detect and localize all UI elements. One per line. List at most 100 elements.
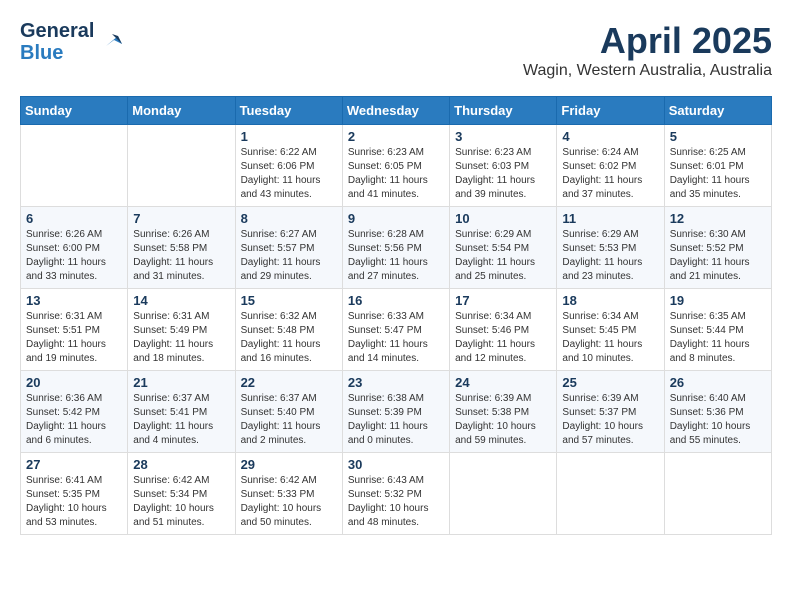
day-info: Sunrise: 6:37 AM Sunset: 5:41 PM Dayligh… (133, 392, 229, 448)
calendar-cell: 20 Sunrise: 6:36 AM Sunset: 5:42 PM Dayli… (21, 371, 128, 453)
day-number: 19 (670, 293, 766, 308)
calendar-cell: 4Sunrise: 6:24 AM Sunset: 6:02 PM Daylig… (557, 125, 664, 207)
day-info: Sunrise: 6:22 AM Sunset: 6:06 PM Dayligh… (241, 146, 337, 202)
calendar-cell: 7Sunrise: 6:26 AM Sunset: 5:58 PM Daylig… (128, 207, 235, 289)
day-number: 10 (455, 211, 551, 226)
day-info: Sunrise: 6:28 AM Sunset: 5:56 PM Dayligh… (348, 228, 444, 284)
day-number: 11 (562, 211, 658, 226)
day-number: 28 (133, 457, 229, 472)
day-number: 1 (241, 129, 337, 144)
weekday-header-friday: Friday (557, 97, 664, 125)
calendar-week-row: 6Sunrise: 6:26 AM Sunset: 6:00 PM Daylig… (21, 207, 772, 289)
day-info: Sunrise: 6:42 AM Sunset: 5:34 PM Dayligh… (133, 474, 229, 530)
calendar-cell: 1 Sunrise: 6:22 AM Sunset: 6:06 PM Daylig… (235, 125, 342, 207)
day-number: 30 (348, 457, 444, 472)
logo-icon (98, 26, 126, 54)
page-header: General Blue April 2025 Wagin, Western A… (20, 20, 772, 80)
calendar-cell: 23Sunrise: 6:38 AM Sunset: 5:39 PM Dayli… (342, 371, 449, 453)
day-info: Sunrise: 6:23 AM Sunset: 6:05 PM Dayligh… (348, 146, 444, 202)
day-number: 27 (26, 457, 122, 472)
calendar-cell: 30Sunrise: 6:43 AM Sunset: 5:32 PM Dayli… (342, 453, 449, 535)
day-number: 5 (670, 129, 766, 144)
weekday-header-wednesday: Wednesday (342, 97, 449, 125)
day-number: 29 (241, 457, 337, 472)
weekday-header-tuesday: Tuesday (235, 97, 342, 125)
calendar-cell: 3 Sunrise: 6:23 AM Sunset: 6:03 PM Daylig… (450, 125, 557, 207)
day-number: 13 (26, 293, 122, 308)
calendar-cell: 11 Sunrise: 6:29 AM Sunset: 5:53 PM Dayli… (557, 207, 664, 289)
day-number: 25 (562, 375, 658, 390)
calendar-cell: 12 Sunrise: 6:30 AM Sunset: 5:52 PM Dayli… (664, 207, 771, 289)
day-number: 16 (348, 293, 444, 308)
calendar-cell: 21 Sunrise: 6:37 AM Sunset: 5:41 PM Dayli… (128, 371, 235, 453)
day-info: Sunrise: 6:34 AM Sunset: 5:46 PM Dayligh… (455, 310, 551, 366)
calendar-table: SundayMondayTuesdayWednesdayThursdayFrid… (20, 96, 772, 535)
calendar-cell: 10 Sunrise: 6:29 AM Sunset: 5:54 PM Dayli… (450, 207, 557, 289)
day-number: 24 (455, 375, 551, 390)
day-number: 7 (133, 211, 229, 226)
calendar-cell: 9Sunrise: 6:28 AM Sunset: 5:56 PM Daylig… (342, 207, 449, 289)
day-info: Sunrise: 6:40 AM Sunset: 5:36 PM Dayligh… (670, 392, 766, 448)
logo-blue: Blue (20, 42, 63, 64)
calendar-cell: 13 Sunrise: 6:31 AM Sunset: 5:51 PM Dayli… (21, 289, 128, 371)
calendar-header-row: SundayMondayTuesdayWednesdayThursdayFrid… (21, 97, 772, 125)
calendar-cell: 16 Sunrise: 6:33 AM Sunset: 5:47 PM Dayli… (342, 289, 449, 371)
day-info: Sunrise: 6:29 AM Sunset: 5:53 PM Dayligh… (562, 228, 658, 284)
calendar-cell: 6Sunrise: 6:26 AM Sunset: 6:00 PM Daylig… (21, 207, 128, 289)
calendar-cell: 14 Sunrise: 6:31 AM Sunset: 5:49 PM Dayli… (128, 289, 235, 371)
calendar-cell: 2 Sunrise: 6:23 AM Sunset: 6:05 PM Daylig… (342, 125, 449, 207)
day-info: Sunrise: 6:33 AM Sunset: 5:47 PM Dayligh… (348, 310, 444, 366)
day-info: Sunrise: 6:39 AM Sunset: 5:37 PM Dayligh… (562, 392, 658, 448)
weekday-header-monday: Monday (128, 97, 235, 125)
day-number: 21 (133, 375, 229, 390)
day-info: Sunrise: 6:34 AM Sunset: 5:45 PM Dayligh… (562, 310, 658, 366)
calendar-week-row: 27 Sunrise: 6:41 AM Sunset: 5:35 PM Dayli… (21, 453, 772, 535)
day-number: 2 (348, 129, 444, 144)
calendar-cell: 22Sunrise: 6:37 AM Sunset: 5:40 PM Dayli… (235, 371, 342, 453)
calendar-cell: 17Sunrise: 6:34 AM Sunset: 5:46 PM Dayli… (450, 289, 557, 371)
calendar-cell: 27 Sunrise: 6:41 AM Sunset: 5:35 PM Dayli… (21, 453, 128, 535)
day-number: 23 (348, 375, 444, 390)
day-info: Sunrise: 6:36 AM Sunset: 5:42 PM Dayligh… (26, 392, 122, 448)
calendar-cell: 29 Sunrise: 6:42 AM Sunset: 5:33 PM Dayli… (235, 453, 342, 535)
day-number: 12 (670, 211, 766, 226)
logo: General Blue (20, 20, 126, 64)
day-number: 8 (241, 211, 337, 226)
calendar-cell (664, 453, 771, 535)
day-number: 6 (26, 211, 122, 226)
month-title: April 2025 (523, 20, 772, 62)
calendar-cell: 26 Sunrise: 6:40 AM Sunset: 5:36 PM Dayli… (664, 371, 771, 453)
calendar-cell: 28 Sunrise: 6:42 AM Sunset: 5:34 PM Dayli… (128, 453, 235, 535)
calendar-cell: 24Sunrise: 6:39 AM Sunset: 5:38 PM Dayli… (450, 371, 557, 453)
calendar-cell: 8Sunrise: 6:27 AM Sunset: 5:57 PM Daylig… (235, 207, 342, 289)
calendar-cell: 19 Sunrise: 6:35 AM Sunset: 5:44 PM Dayli… (664, 289, 771, 371)
day-info: Sunrise: 6:35 AM Sunset: 5:44 PM Dayligh… (670, 310, 766, 366)
day-info: Sunrise: 6:32 AM Sunset: 5:48 PM Dayligh… (241, 310, 337, 366)
calendar-cell: 25 Sunrise: 6:39 AM Sunset: 5:37 PM Dayli… (557, 371, 664, 453)
day-info: Sunrise: 6:23 AM Sunset: 6:03 PM Dayligh… (455, 146, 551, 202)
day-info: Sunrise: 6:31 AM Sunset: 5:51 PM Dayligh… (26, 310, 122, 366)
day-number: 26 (670, 375, 766, 390)
day-info: Sunrise: 6:41 AM Sunset: 5:35 PM Dayligh… (26, 474, 122, 530)
calendar-week-row: 13 Sunrise: 6:31 AM Sunset: 5:51 PM Dayli… (21, 289, 772, 371)
logo-general: General (20, 20, 94, 42)
day-number: 4 (562, 129, 658, 144)
day-number: 3 (455, 129, 551, 144)
day-info: Sunrise: 6:42 AM Sunset: 5:33 PM Dayligh… (241, 474, 337, 530)
title-block: April 2025 Wagin, Western Australia, Aus… (523, 20, 772, 80)
calendar-week-row: 1 Sunrise: 6:22 AM Sunset: 6:06 PM Daylig… (21, 125, 772, 207)
day-info: Sunrise: 6:25 AM Sunset: 6:01 PM Dayligh… (670, 146, 766, 202)
weekday-header-saturday: Saturday (664, 97, 771, 125)
calendar-cell (128, 125, 235, 207)
calendar-cell: 5 Sunrise: 6:25 AM Sunset: 6:01 PM Daylig… (664, 125, 771, 207)
location-title: Wagin, Western Australia, Australia (523, 62, 772, 80)
day-number: 15 (241, 293, 337, 308)
day-number: 20 (26, 375, 122, 390)
day-number: 22 (241, 375, 337, 390)
day-number: 14 (133, 293, 229, 308)
day-number: 18 (562, 293, 658, 308)
day-info: Sunrise: 6:31 AM Sunset: 5:49 PM Dayligh… (133, 310, 229, 366)
day-info: Sunrise: 6:30 AM Sunset: 5:52 PM Dayligh… (670, 228, 766, 284)
calendar-cell (450, 453, 557, 535)
day-info: Sunrise: 6:29 AM Sunset: 5:54 PM Dayligh… (455, 228, 551, 284)
